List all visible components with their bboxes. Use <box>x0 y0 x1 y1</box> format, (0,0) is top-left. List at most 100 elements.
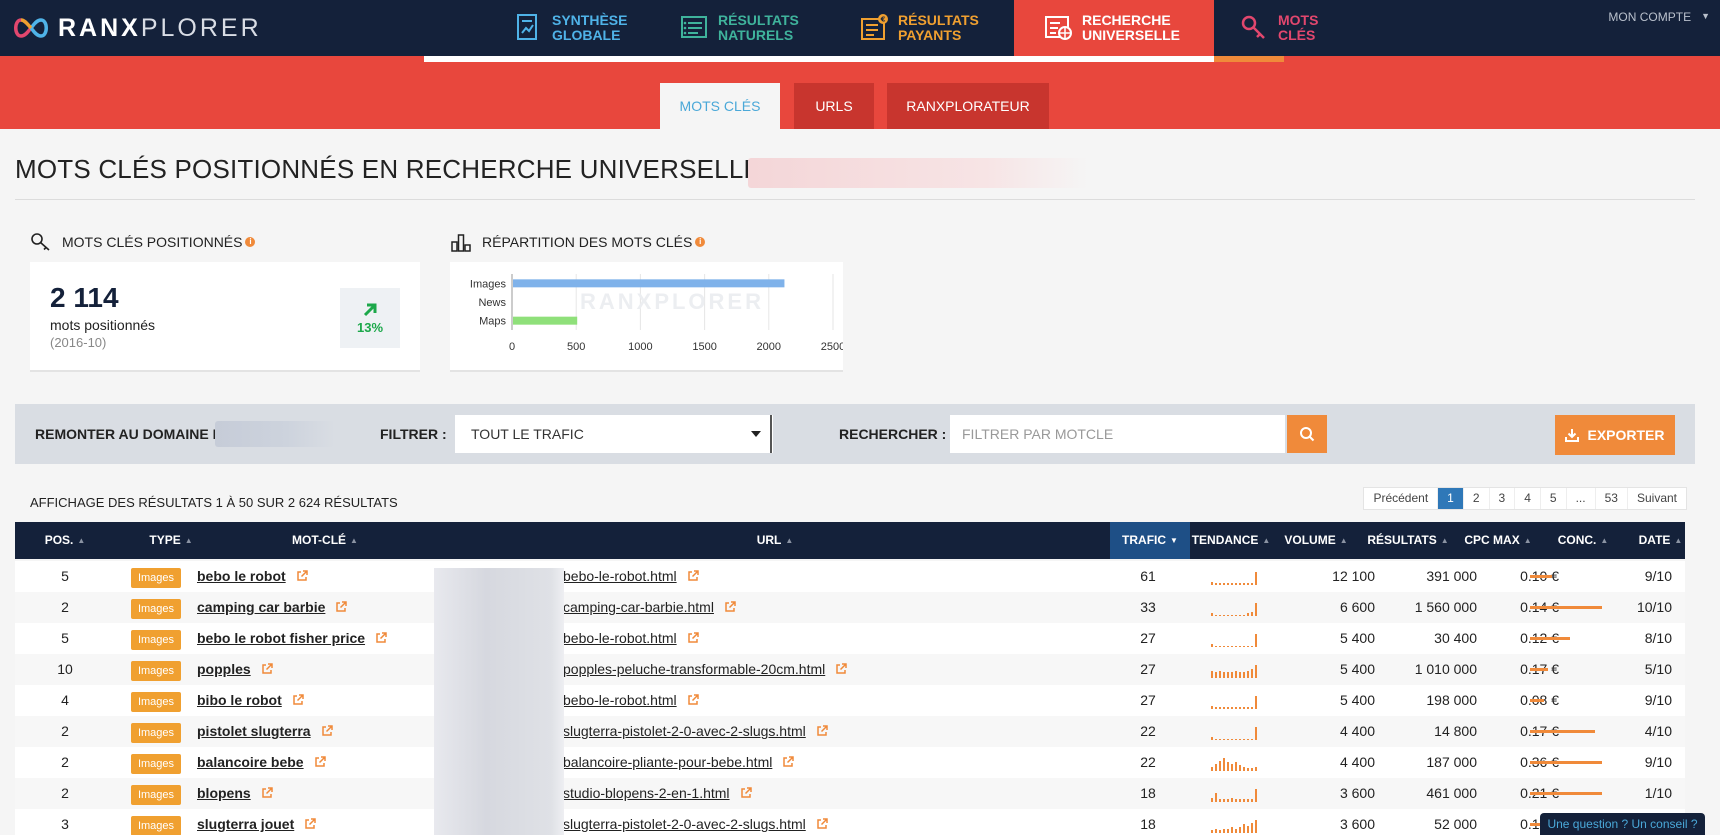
external-link-icon[interactable] <box>687 686 699 717</box>
sparkline-bar <box>1235 829 1237 833</box>
column-header-url[interactable]: URL ▲ <box>715 522 835 559</box>
nav-tab-resultats-payants[interactable]: € RÉSULTATS PAYANTS <box>860 0 1008 56</box>
column-header-pos[interactable]: POS. ▲ <box>15 522 115 559</box>
url-link[interactable]: bebo-le-robot.html <box>563 623 699 654</box>
table-header: POS. ▲ TYPE ▲ MOT-CLÉ ▲ URL ▲ TRAFIC ▼ TENDAN… <box>15 522 1685 559</box>
sparkline-bar <box>1223 758 1225 771</box>
cell-results: 14 800 <box>1434 723 1477 739</box>
keyword-link[interactable]: camping car barbie <box>197 592 348 624</box>
keyword-link[interactable]: pistolet slugterra <box>197 716 333 747</box>
column-header-concurrence[interactable]: CONC. ▲ <box>1538 522 1628 559</box>
sparkline-bar <box>1251 707 1253 709</box>
sparkline-bar <box>1255 572 1257 585</box>
column-header-type[interactable]: TYPE ▲ <box>131 522 211 559</box>
pagination-page[interactable]: 3 <box>1490 488 1516 509</box>
sparkline-bar <box>1223 672 1225 678</box>
external-link-icon[interactable] <box>304 810 316 835</box>
pagination-page[interactable]: 4 <box>1515 488 1541 509</box>
logo[interactable]: RANXPLORER <box>10 8 262 48</box>
column-header-volume[interactable]: VOLUME ▲ <box>1275 522 1357 559</box>
column-header-traffic[interactable]: TRAFIC ▼ <box>1110 522 1190 559</box>
nav-tab-resultats-naturels[interactable]: RÉSULTATS NATURELS <box>680 0 828 56</box>
column-header-results[interactable]: RÉSULTATS ▲ <box>1358 522 1458 559</box>
external-link-icon[interactable] <box>296 562 308 593</box>
nav-tab-synthese-globale[interactable]: SYNTHÈSE GLOBALE <box>514 0 662 56</box>
external-link-icon[interactable] <box>687 624 699 655</box>
cell-volume: 5 400 <box>1339 692 1375 708</box>
x-tick-label: 2000 <box>757 341 781 353</box>
external-link-icon[interactable] <box>782 748 795 779</box>
keyword-link[interactable]: bebo le robot fisher price <box>197 623 387 654</box>
sparkline-bar <box>1215 615 1217 616</box>
pagination-page[interactable]: 2 <box>1464 488 1490 509</box>
keyword-link[interactable]: bebo le robot <box>197 561 308 592</box>
pagination-page[interactable]: 1 <box>1438 488 1464 509</box>
sparkline-bar <box>1223 615 1225 616</box>
keyword-link[interactable]: popples <box>197 654 273 685</box>
table-row: 10 Images popples popples-peluche-transform… <box>15 654 1685 685</box>
url-link[interactable]: slugterra-pistolet-2-0-avec-2-slugs.html <box>563 809 828 835</box>
external-link-icon[interactable] <box>261 779 273 810</box>
paid-list-icon: € <box>861 14 888 40</box>
column-header-date[interactable]: DATE ▲ <box>1628 522 1693 559</box>
external-link-icon[interactable] <box>321 717 333 748</box>
keyword-link[interactable]: bibo le robot <box>197 685 304 716</box>
pagination-page[interactable]: ... <box>1567 488 1596 509</box>
external-link-icon[interactable] <box>816 717 828 748</box>
subtab-mots-cles[interactable]: MOTS CLÉS <box>660 83 780 129</box>
sparkline-bar <box>1219 761 1221 771</box>
sparkline-bar <box>1243 799 1245 802</box>
table-row: 4 Images bibo le robot bebo-le-robot.html 27… <box>15 685 1685 716</box>
keyword-link[interactable]: slugterra jouet <box>197 809 316 835</box>
traffic-filter-select[interactable]: TOUT LE TRAFIC <box>455 415 773 453</box>
external-link-icon[interactable] <box>816 810 828 835</box>
pagination-page[interactable]: 5 <box>1541 488 1567 509</box>
sort-icon: ▲ <box>350 536 358 545</box>
url-link[interactable]: bebo-le-robot.html <box>563 685 699 716</box>
cell-position: 2 <box>61 599 69 615</box>
back-to-domain-link[interactable]: REMONTER AU DOMAINE M <box>35 426 224 442</box>
url-link[interactable]: slugterra-pistolet-2-0-avec-2-slugs.html <box>563 716 828 747</box>
trend-sparkline <box>1211 603 1257 616</box>
nav-tab-recherche-universelle[interactable]: RECHERCHE UNIVERSELLE <box>1014 0 1214 56</box>
repartition-chart-card: 0 500 1000 1500 2000 2500 RANXPLORER Images News… <box>450 262 845 372</box>
info-icon[interactable]: i <box>245 237 256 247</box>
column-header-cpc-max[interactable]: CPC MAX ▲ <box>1458 522 1538 559</box>
table-row: 2 Images balancoire bebe balancoire-pliante… <box>15 747 1685 778</box>
x-tick-label: 0 <box>509 341 515 353</box>
pagination-previous[interactable]: Précédent <box>1364 488 1439 509</box>
nav-tab-mots-cles[interactable]: MOTS CLÉS <box>1240 0 1338 56</box>
keyword-link[interactable]: blopens <box>197 778 273 809</box>
column-header-keyword[interactable]: MOT-CLÉ ▲ <box>255 522 395 559</box>
table-row: 2 Images pistolet slugterra slugterra-pisto… <box>15 716 1685 747</box>
search-button[interactable] <box>1287 415 1327 453</box>
external-link-icon[interactable] <box>375 624 387 655</box>
url-link[interactable]: camping-car-barbie.html <box>563 592 736 623</box>
sparkline-bar <box>1215 739 1217 740</box>
external-link-icon[interactable] <box>740 779 752 810</box>
cell-date: 9/10 <box>1644 568 1672 584</box>
external-link-icon[interactable] <box>687 562 699 593</box>
pagination-page[interactable]: 53 <box>1596 488 1628 509</box>
column-header-trend[interactable]: TENDANCE ▲ <box>1190 522 1272 559</box>
export-button[interactable]: EXPORTER <box>1555 415 1675 455</box>
keyword-link[interactable]: balancoire bebe <box>197 747 326 778</box>
subtab-urls[interactable]: URLS <box>794 83 874 129</box>
external-link-icon[interactable] <box>835 655 847 686</box>
external-link-icon[interactable] <box>335 593 348 624</box>
url-link[interactable]: popples-peluche-transformable-20cm.html <box>563 654 847 685</box>
external-link-icon[interactable] <box>314 748 326 779</box>
external-link-icon[interactable] <box>292 686 304 717</box>
help-chat-button[interactable]: Une question ? Un conseil ? <box>1540 813 1705 835</box>
account-menu[interactable]: MON COMPTE ▼ <box>1608 10 1710 24</box>
subtab-ranxplorateur[interactable]: RANXPLORATEUR <box>887 83 1049 129</box>
pagination-next[interactable]: Suivant <box>1628 488 1686 509</box>
url-link[interactable]: studio-blopens-2-en-1.html <box>563 778 752 809</box>
external-link-icon[interactable] <box>724 593 736 624</box>
sparkline-bar <box>1239 583 1241 585</box>
external-link-icon[interactable] <box>261 655 273 686</box>
keyword-search-input[interactable] <box>950 415 1285 453</box>
url-link[interactable]: balancoire-pliante-pour-bebe.html <box>563 747 795 779</box>
info-icon[interactable]: i <box>695 237 706 247</box>
url-link[interactable]: bebo-le-robot.html <box>563 561 699 592</box>
